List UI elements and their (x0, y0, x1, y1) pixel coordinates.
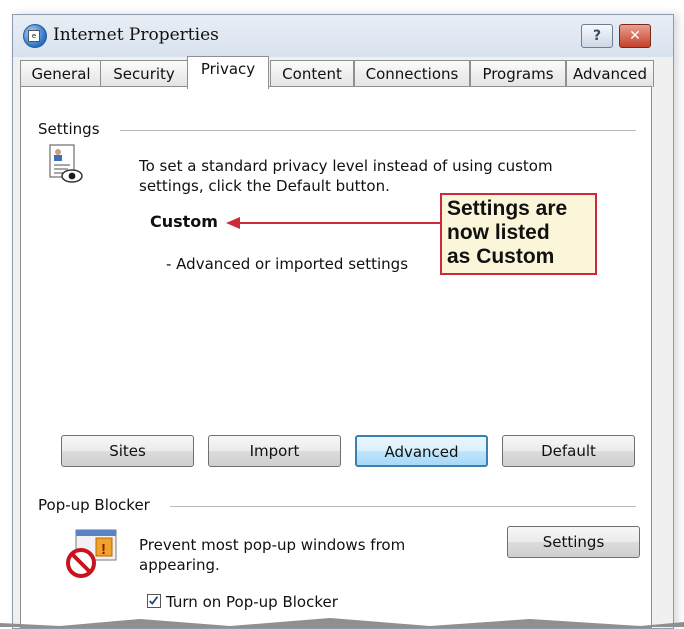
privacy-level-label: Custom (150, 212, 218, 231)
settings-description-line2: settings, click the Default button. (139, 177, 390, 195)
torn-edge (0, 618, 684, 627)
tab-security[interactable]: Security (100, 60, 188, 87)
advanced-button[interactable]: Advanced (355, 435, 488, 467)
import-button[interactable]: Import (208, 435, 341, 467)
settings-group-title: Settings (38, 120, 108, 138)
title-bar[interactable]: e Internet Properties ? ✕ (13, 15, 673, 57)
tab-connections[interactable]: Connections (354, 60, 470, 87)
window-title: Internet Properties (53, 25, 219, 45)
help-button[interactable]: ? (581, 24, 613, 48)
sites-button[interactable]: Sites (61, 435, 194, 467)
popup-blocker-checkbox-label: Turn on Pop-up Blocker (166, 593, 338, 611)
popup-blocked-icon: ! (66, 529, 117, 578)
popup-blocker-checkbox[interactable] (147, 594, 161, 608)
callout-line2: now listed (447, 221, 550, 244)
tab-strip: General Security Privacy Content Connect… (20, 56, 654, 89)
privacy-document-eye-icon (49, 144, 83, 183)
annotation-callout: Settings are now listed as Custom (440, 193, 597, 275)
settings-group-divider (120, 130, 636, 131)
popup-group-title: Pop-up Blocker (38, 496, 158, 514)
tab-general[interactable]: General (20, 60, 102, 87)
privacy-level-detail: - Advanced or imported settings (166, 255, 409, 273)
tab-content[interactable]: Content (270, 60, 354, 87)
internet-globe-icon: e (23, 24, 47, 48)
tab-advanced[interactable]: Advanced (566, 60, 654, 87)
popup-description-line2: appearing. (139, 556, 220, 574)
callout-line3: as Custom (447, 245, 555, 268)
default-button[interactable]: Default (502, 435, 635, 467)
popup-group-divider (170, 506, 636, 507)
settings-description-line1: To set a standard privacy level instead … (139, 157, 553, 175)
checkmark-icon (149, 596, 159, 605)
popup-settings-button[interactable]: Settings (507, 526, 640, 558)
callout-line1: Settings are (447, 197, 568, 220)
tab-privacy[interactable]: Privacy (187, 56, 269, 89)
svg-text:!: ! (101, 541, 106, 558)
close-button[interactable]: ✕ (619, 24, 651, 48)
callout-arrow (226, 217, 440, 229)
popup-description-line1: Prevent most pop-up windows from (139, 536, 406, 554)
tab-programs[interactable]: Programs (470, 60, 566, 87)
